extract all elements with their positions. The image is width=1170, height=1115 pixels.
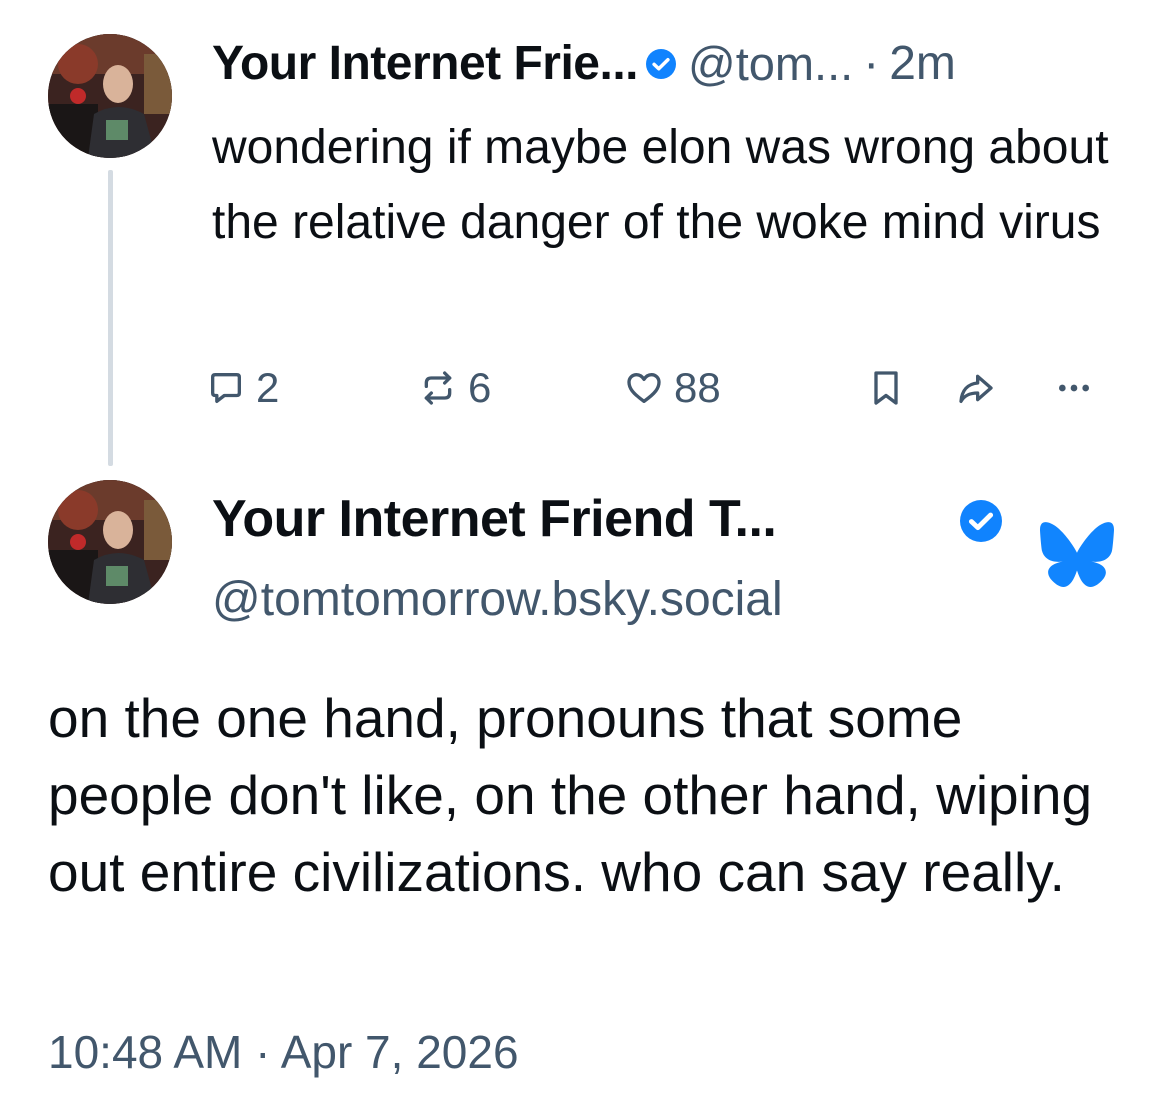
parent-display-name[interactable]: Your Internet Frie... [212, 36, 639, 92]
like-button[interactable]: 88 [624, 360, 721, 416]
parent-post-header: Your Internet Frie... @tom... · 2m [212, 36, 956, 92]
parent-time-ago[interactable]: 2m [889, 36, 956, 92]
repost-count: 6 [468, 364, 492, 411]
bookmark-icon [866, 368, 906, 408]
verified-badge-icon [960, 500, 1002, 542]
bluesky-butterfly-icon [1040, 522, 1114, 588]
verified-badge-icon [646, 49, 676, 79]
post-timestamp[interactable]: 10:48 AM · Apr 7, 2026 [48, 1022, 519, 1082]
main-handle[interactable]: @tomtomorrow.bsky.social [212, 570, 783, 630]
repost-icon [418, 368, 458, 408]
thread-connector-line [108, 170, 113, 466]
parent-avatar[interactable] [48, 34, 172, 158]
like-icon [624, 368, 664, 408]
main-post-text: on the one hand, pronouns that some peop… [48, 687, 1093, 903]
reply-icon [206, 368, 246, 408]
more-icon [1054, 368, 1094, 408]
main-display-name[interactable]: Your Internet Friend T... [212, 488, 777, 550]
separator-dot: · [863, 37, 880, 90]
parent-handle[interactable]: @tom... [688, 36, 853, 92]
reply-count: 2 [256, 364, 280, 411]
reply-button[interactable]: 2 [206, 360, 279, 416]
share-icon [956, 368, 996, 408]
parent-action-bar: 2 6 88 [206, 360, 1116, 416]
share-button[interactable] [956, 360, 996, 416]
like-count: 88 [674, 364, 721, 411]
repost-button[interactable]: 6 [418, 360, 491, 416]
main-avatar[interactable] [48, 480, 172, 604]
bookmark-button[interactable] [866, 360, 906, 416]
post-thread-view: Your Internet Frie... @tom... · 2m wonde… [0, 0, 1170, 1115]
more-options-button[interactable] [1054, 360, 1094, 416]
parent-post-text: wondering if maybe elon was wrong about … [212, 121, 1109, 249]
